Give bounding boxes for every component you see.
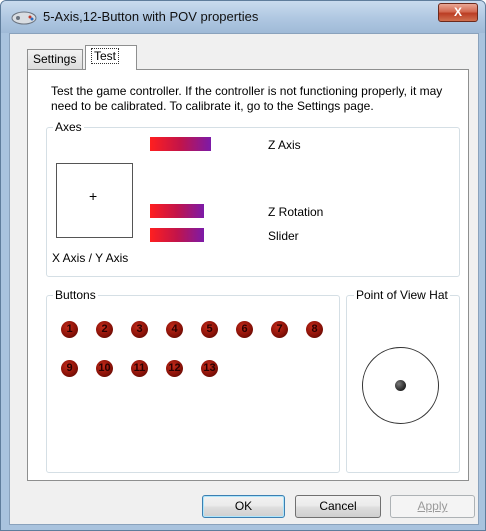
- tab-test-label: Test: [91, 48, 120, 64]
- button-indicator: 12: [166, 360, 183, 377]
- crosshair-icon: +: [89, 188, 98, 204]
- ok-button[interactable]: OK: [202, 495, 285, 518]
- close-icon: X: [453, 5, 462, 19]
- slider-bar: [150, 228, 204, 242]
- z-axis-label: Z Axis: [268, 138, 301, 152]
- z-rotation-label: Z Rotation: [268, 205, 324, 219]
- tab-settings-label: Settings: [33, 52, 77, 66]
- properties-window: 5-Axis,12-Button with POV properties X S…: [0, 0, 486, 531]
- xy-axis-box: +: [56, 163, 133, 238]
- window-title: 5-Axis,12-Button with POV properties: [43, 9, 259, 24]
- button-indicator: 6: [236, 321, 253, 338]
- button-indicator: 5: [201, 321, 218, 338]
- title-bar[interactable]: 5-Axis,12-Button with POV properties X: [1, 1, 485, 33]
- buttons-group: [46, 295, 340, 473]
- button-indicator: 1: [61, 321, 78, 338]
- button-indicator: 2: [96, 321, 113, 338]
- instructions-text: Test the game controller. If the control…: [51, 84, 443, 113]
- pov-group-title: Point of View Hat: [354, 288, 450, 302]
- apply-button[interactable]: Apply: [390, 495, 475, 518]
- button-indicator: 10: [96, 360, 113, 377]
- button-indicator: 4: [166, 321, 183, 338]
- pov-hat-indicator: [362, 347, 439, 424]
- slider-label: Slider: [268, 229, 299, 243]
- axes-group-title: Axes: [53, 120, 84, 134]
- button-indicator: 11: [131, 360, 148, 377]
- z-axis-bar: [150, 137, 211, 151]
- z-rotation-bar: [150, 204, 204, 218]
- button-indicator: 7: [271, 321, 288, 338]
- button-indicator: 8: [306, 321, 323, 338]
- tab-settings[interactable]: Settings: [27, 49, 83, 69]
- close-button[interactable]: X: [438, 3, 478, 22]
- pov-center-dot: [395, 380, 406, 391]
- button-indicator: 13: [201, 360, 218, 377]
- buttons-group-title: Buttons: [53, 288, 98, 302]
- apply-button-label: Apply: [417, 499, 448, 513]
- cancel-button[interactable]: Cancel: [295, 495, 381, 518]
- button-indicator: 9: [61, 360, 78, 377]
- game-controller-icon: [11, 11, 37, 25]
- button-indicator: 3: [131, 321, 148, 338]
- xy-axis-label: X Axis / Y Axis: [52, 251, 129, 265]
- tab-test[interactable]: Test: [85, 45, 137, 70]
